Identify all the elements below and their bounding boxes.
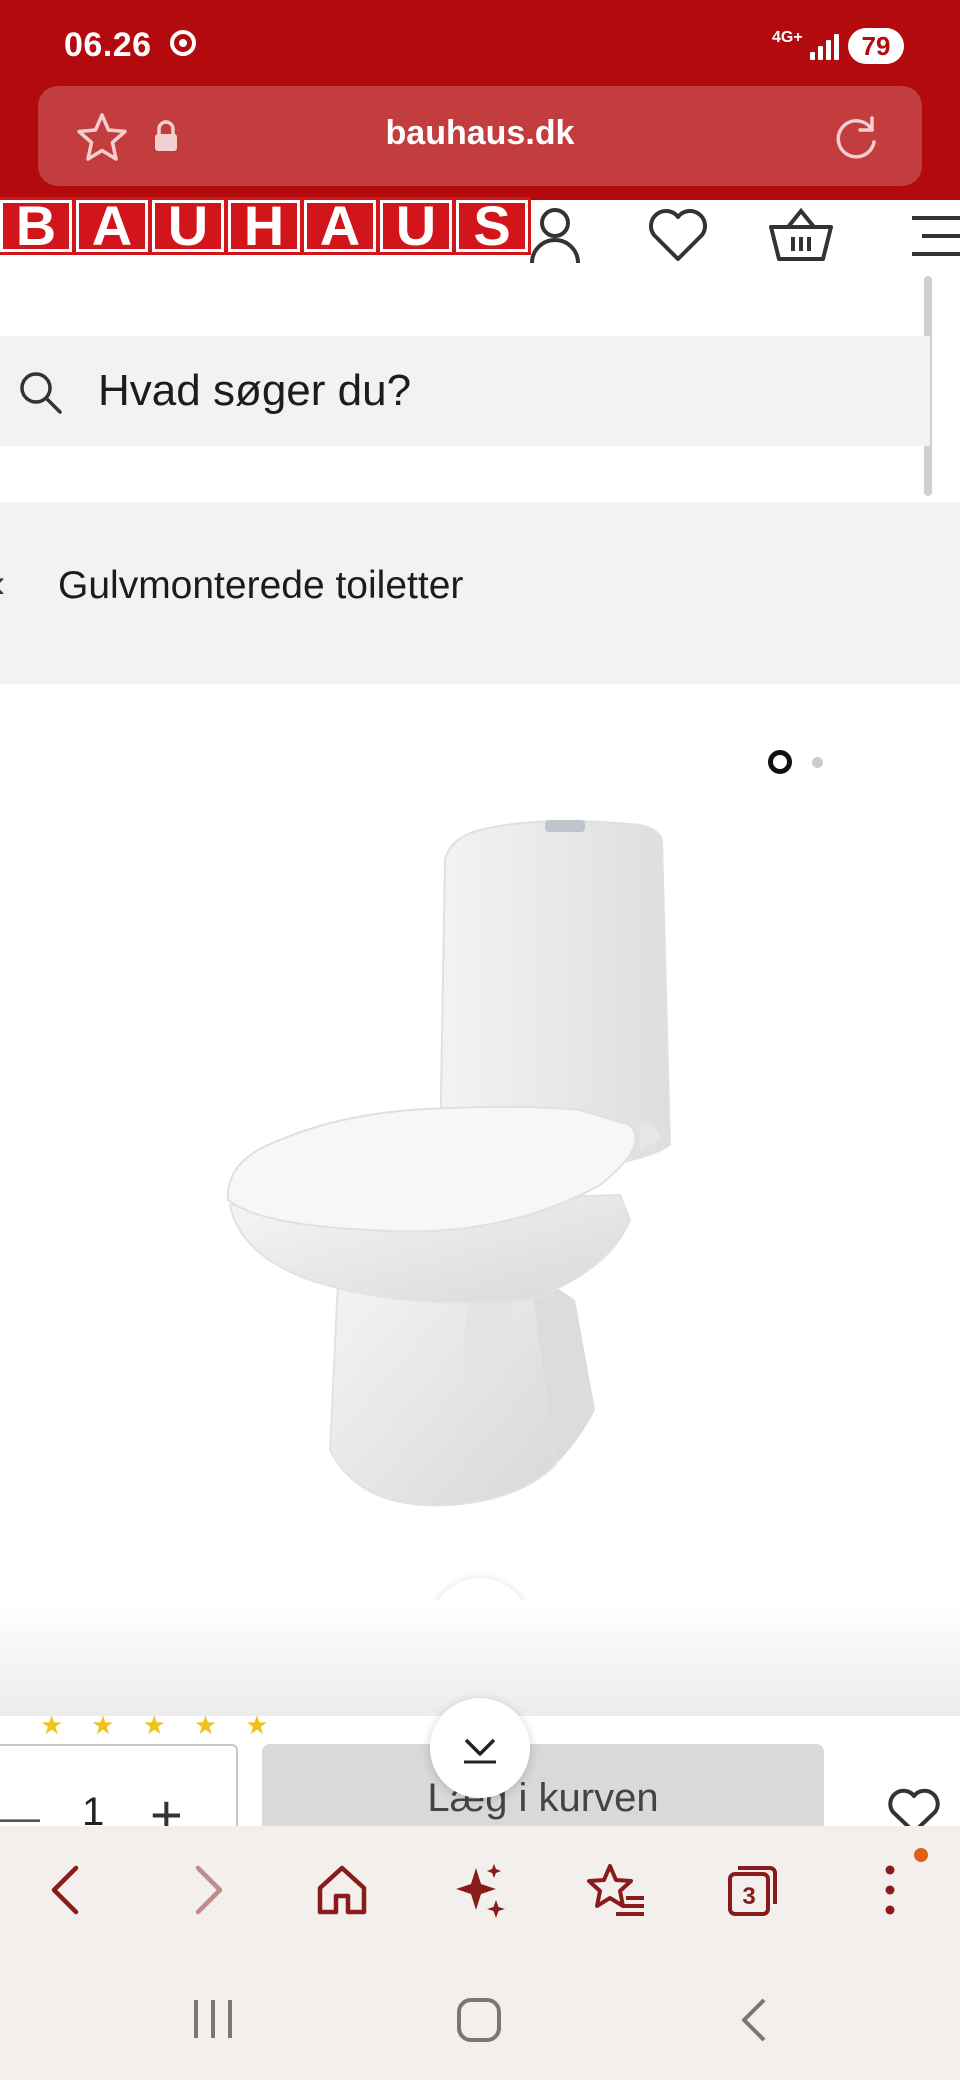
wishlist-heart-icon[interactable]	[646, 205, 710, 263]
bookmarks-icon[interactable]	[586, 1860, 646, 1920]
basket-icon[interactable]	[768, 205, 834, 263]
ai-sparkle-icon[interactable]	[450, 1860, 510, 1920]
decrease-quantity-button[interactable]: —	[0, 1796, 40, 1826]
breadcrumb[interactable]: ‹ Gulvmonterede toiletter	[0, 502, 960, 684]
tabs-icon[interactable]: 3	[722, 1860, 782, 1920]
home-button-icon[interactable]	[454, 1996, 504, 2046]
menu-icon[interactable]	[908, 210, 960, 262]
browser-chrome: 06.26 4G+ 79 bauhaus.dk	[0, 0, 960, 200]
home-icon[interactable]	[312, 1860, 372, 1920]
chevron-left-icon: ‹	[0, 562, 5, 607]
tabs-count: 3	[742, 1883, 755, 1910]
search-input[interactable]: Hvad søger du?	[0, 336, 930, 446]
search-icon	[20, 372, 62, 414]
reload-icon[interactable]	[828, 110, 884, 166]
add-to-cart-button[interactable]: Læg i kurven	[262, 1744, 824, 1826]
quantity-stepper[interactable]: — 1 +	[0, 1744, 238, 1826]
account-icon[interactable]	[528, 205, 582, 265]
system-navigation	[0, 1954, 960, 2080]
scroll-down-button[interactable]	[430, 1698, 530, 1798]
add-to-wishlist-heart-icon[interactable]	[886, 1786, 942, 1826]
battery-level: 79	[848, 28, 904, 64]
breadcrumb-category[interactable]: Gulvmonterede toiletter	[58, 564, 463, 608]
forward-icon[interactable]	[176, 1860, 236, 1920]
rating-stars: ★★★★★	[40, 1716, 297, 1740]
back-icon[interactable]	[38, 1860, 98, 1920]
search-placeholder: Hvad søger du?	[98, 366, 412, 415]
system-back-icon[interactable]	[734, 1996, 774, 2046]
gallery-dot[interactable]	[812, 757, 823, 768]
location-icon	[170, 30, 196, 56]
quantity-value[interactable]: 1	[82, 1790, 104, 1826]
network-type: 4G+	[772, 29, 803, 46]
browser-toolbar: 3	[0, 1826, 960, 1954]
status-time: 06.26	[64, 26, 152, 64]
url-text[interactable]: bauhaus.dk	[38, 114, 922, 153]
bauhaus-logo[interactable]: BAUHAUS	[0, 197, 532, 255]
status-bar: 06.26 4G+ 79	[0, 0, 960, 90]
product-image[interactable]	[200, 800, 720, 1520]
gallery-dot-active[interactable]	[768, 750, 792, 774]
more-options-icon[interactable]	[860, 1860, 920, 1920]
chevron-down-icon	[464, 1738, 496, 1764]
increase-quantity-button[interactable]: +	[150, 1782, 183, 1826]
notification-dot	[914, 1848, 928, 1862]
url-bar[interactable]: bauhaus.dk	[38, 86, 922, 186]
recent-apps-icon[interactable]	[188, 1996, 238, 2042]
